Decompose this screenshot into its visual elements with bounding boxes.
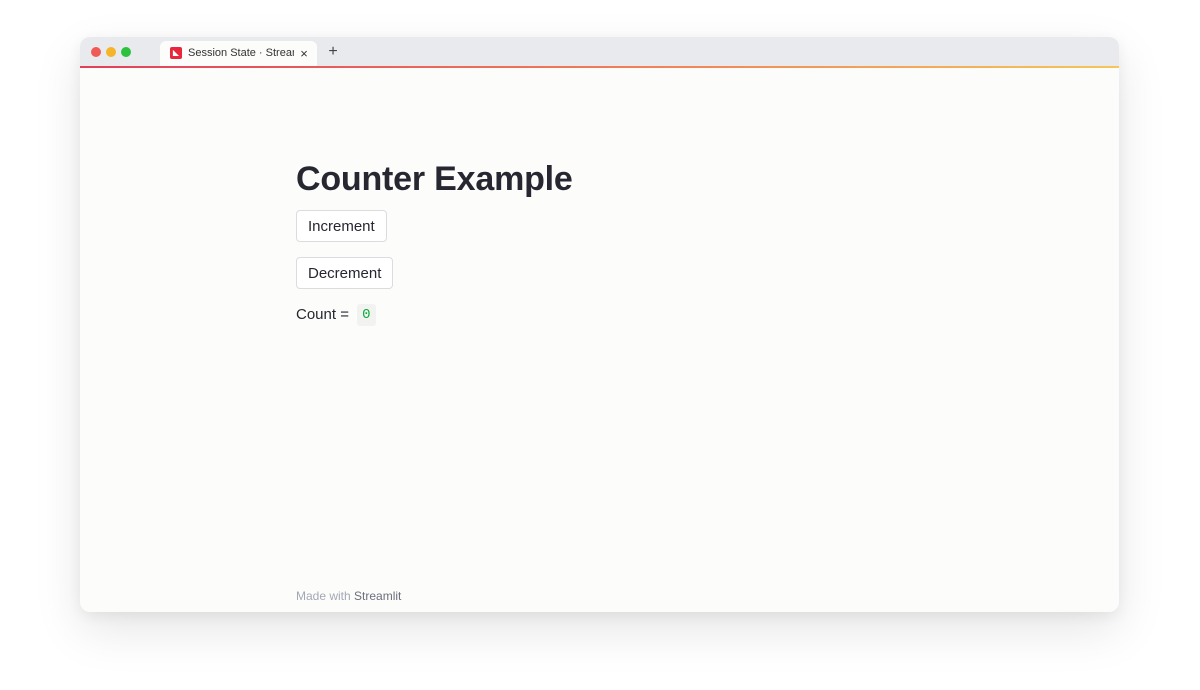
footer: Made with Streamlit [296,589,401,603]
app-content: Counter Example Increment Decrement Coun… [80,68,1119,612]
close-icon[interactable]: × [297,41,311,66]
footer-prefix: Made with [296,589,351,603]
count-label: Count = [296,306,349,323]
count-value: 0 [357,304,376,327]
maximize-window-button[interactable] [121,47,131,57]
footer-brand-link[interactable]: Streamlit [354,589,401,603]
plus-icon[interactable]: + [325,43,341,61]
page-title: Counter Example [296,160,573,198]
increment-button[interactable]: Increment [296,210,387,242]
streamlit-logo-icon: ◣ [170,47,182,59]
close-window-button[interactable] [91,47,101,57]
browser-tab[interactable]: ◣ Session State · Streamlit × [160,41,317,66]
tab-title: Session State · Streamlit [188,47,294,59]
count-display: Count = 0 [296,303,376,327]
browser-window: ◣ Session State · Streamlit × + Counter … [80,37,1119,612]
decrement-button[interactable]: Decrement [296,257,394,289]
minimize-window-button[interactable] [106,47,116,57]
browser-titlebar: ◣ Session State · Streamlit × + [80,37,1119,66]
